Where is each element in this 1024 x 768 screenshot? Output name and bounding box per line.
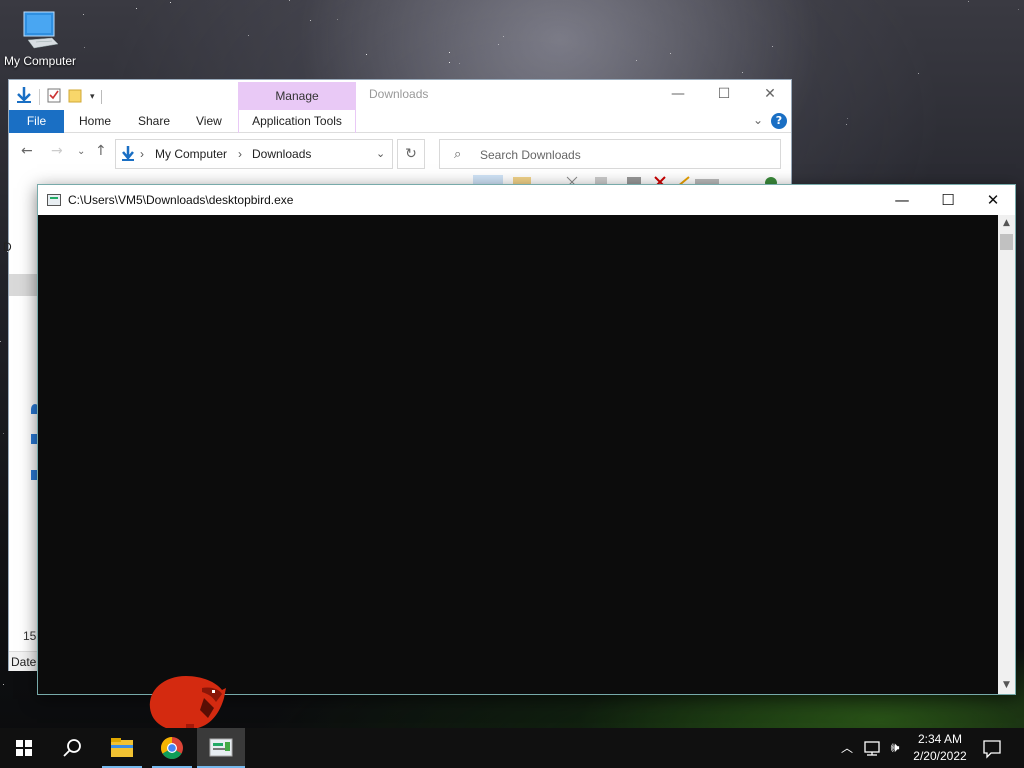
address-bar[interactable]: › My Computer › Downloads ⌄	[115, 139, 393, 169]
column-header-date[interactable]: Date	[9, 651, 39, 671]
navigation-pane: D	[3, 202, 39, 672]
new-folder-icon[interactable]	[68, 87, 84, 106]
tab-application-tools[interactable]: Application Tools	[238, 110, 356, 133]
close-button[interactable]: ✕	[747, 80, 793, 110]
item-count: 15	[23, 629, 37, 643]
recent-locations-chevron-icon[interactable]: ⌄	[77, 146, 85, 157]
pane-letter: D	[3, 240, 12, 254]
search-icon	[63, 739, 81, 757]
console-output[interactable]	[38, 215, 999, 694]
search-button[interactable]	[48, 728, 96, 768]
scroll-down-icon[interactable]: ▼	[998, 677, 1015, 694]
desktop-icon-my-computer[interactable]: My Computer	[0, 8, 80, 68]
tab-file[interactable]: File	[9, 110, 64, 133]
pane-selected-item[interactable]	[9, 274, 39, 296]
chevron-up-icon[interactable]: ︿	[836, 728, 858, 768]
properties-icon[interactable]	[46, 87, 62, 106]
download-location-icon	[120, 145, 136, 166]
scroll-up-icon[interactable]: ▲	[998, 215, 1015, 232]
up-arrow-icon[interactable]: ↑	[95, 143, 107, 159]
notification-icon[interactable]	[978, 728, 1006, 768]
console-app-icon	[47, 194, 61, 206]
network-icon[interactable]	[860, 728, 884, 768]
tab-home[interactable]: Home	[79, 110, 111, 133]
breadcrumb-separator-icon: ›	[238, 147, 242, 161]
maximize-button[interactable]: ☐	[701, 80, 747, 110]
customize-qat-icon[interactable]: ▾	[90, 92, 95, 102]
navigation-bar: ← → ⌄ ↑ › My Computer › Downloads ⌄ ↻ ⌕ …	[9, 137, 791, 169]
tab-share[interactable]: Share	[138, 110, 170, 133]
console-app-icon	[209, 738, 233, 757]
scrollbar-thumb[interactable]	[1000, 234, 1013, 250]
quick-access-toolbar: ▾	[15, 86, 102, 107]
taskbar: ︿ 🕪 2:34 AM 2/20/2022	[0, 728, 1024, 768]
taskbar-console[interactable]	[197, 728, 245, 768]
refresh-button[interactable]: ↻	[397, 139, 425, 169]
minimize-button[interactable]: —	[655, 80, 701, 110]
file-explorer-icon	[111, 738, 133, 757]
console-window[interactable]: C:\Users\VM5\Downloads\desktopbird.exe —…	[37, 184, 1016, 695]
ribbon-expand-icon[interactable]: ⌄	[753, 113, 763, 127]
download-arrow-icon[interactable]	[15, 86, 33, 107]
chrome-icon	[161, 737, 183, 759]
console-scrollbar[interactable]: ▲ ▼	[998, 215, 1015, 694]
console-minimize-button[interactable]: —	[879, 185, 925, 215]
start-button[interactable]	[0, 728, 48, 768]
desktop-icon-label: My Computer	[3, 54, 77, 68]
console-maximize-button[interactable]: ☐	[925, 185, 971, 215]
help-icon[interactable]: ?	[771, 113, 787, 129]
window-title: Downloads	[369, 87, 429, 101]
computer-icon	[18, 8, 62, 52]
search-placeholder: Search Downloads	[480, 148, 581, 162]
search-icon: ⌕	[454, 146, 462, 161]
taskbar-chrome[interactable]	[148, 728, 196, 768]
breadcrumb-my-computer[interactable]: My Computer	[155, 147, 227, 161]
forward-arrow-icon[interactable]: →	[51, 143, 63, 159]
breadcrumb-separator-icon: ›	[140, 147, 144, 161]
console-titlebar[interactable]: C:\Users\VM5\Downloads\desktopbird.exe —…	[38, 185, 1015, 215]
tab-view[interactable]: View	[196, 110, 222, 133]
clock-date: 2/20/2022	[913, 749, 967, 763]
explorer-titlebar[interactable]: ▾ Manage Downloads — ☐ ✕	[9, 80, 791, 110]
clock-time: 2:34 AM	[917, 732, 963, 746]
back-arrow-icon[interactable]: ←	[21, 143, 33, 159]
address-dropdown-chevron-icon[interactable]: ⌄	[376, 147, 385, 160]
console-close-button[interactable]: ✕	[970, 185, 1016, 215]
breadcrumb-downloads[interactable]: Downloads	[252, 147, 311, 161]
clock[interactable]: 2:34 AM 2/20/2022	[906, 731, 974, 765]
taskbar-file-explorer[interactable]	[98, 728, 146, 768]
console-title: C:\Users\VM5\Downloads\desktopbird.exe	[68, 193, 294, 207]
search-input[interactable]: ⌕ Search Downloads	[439, 139, 781, 169]
start-icon	[16, 740, 32, 756]
volume-icon[interactable]: 🕪	[884, 728, 906, 768]
tab-manage[interactable]: Manage	[238, 82, 356, 110]
ribbon-tabs: File Home Share View Application Tools	[9, 110, 791, 133]
